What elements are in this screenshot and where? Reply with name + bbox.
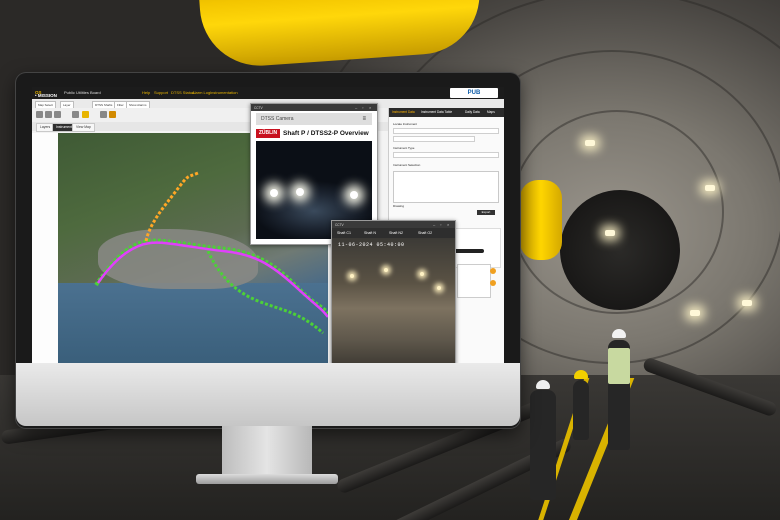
app-header: • MISSION OS Public Utilities Board Help … [32,87,504,99]
worker-helmet [536,380,550,389]
cctv-camera-title: Shaft P / DTSS2-P Overview [283,130,369,137]
tunnel-lamp [742,300,752,306]
print-icon[interactable] [100,111,107,118]
worker-figure [530,390,556,500]
route-branch-north [144,171,199,242]
instrument-type-label: Instrument Type [393,146,415,150]
layer-sidebar [32,133,59,363]
shaft-tab-bar: Shaft C1 Shaft N Shaft N2 Shaft O2 [332,228,455,238]
shaft-cctv-titlebar[interactable]: CCTV – ▫ × [332,221,455,228]
measure-icon[interactable] [72,111,79,118]
site-light [350,274,354,278]
instrument-panel-tabs: Instrument Data Instrument Data Table Da… [389,108,504,117]
cctv-window-titlebar[interactable]: CCTV – ▫ × [251,104,377,111]
worker-figure [573,380,589,440]
alert-tooltip [457,264,491,298]
nav-support[interactable]: Support [154,90,168,95]
yellow-ventilation-duct-far [520,180,562,260]
app-subtitle: Public Utilities Board [64,90,101,95]
shaft-cctv-window-title: CCTV [335,222,344,227]
monitor-foot [196,474,338,484]
minimize-icon[interactable]: – [355,105,359,110]
monitor-stand [222,426,312,476]
tab-view-map[interactable]: View Map [72,123,95,132]
route-green [94,238,328,315]
zublin-logo: ZÜBLIN [256,129,280,138]
tab-maps[interactable]: Maps [487,110,495,114]
tab-instrument-data[interactable]: Instrument Data [392,110,415,114]
warning-icon[interactable] [490,268,496,274]
tab-shaft-n2[interactable]: Shaft N2 [389,231,403,235]
close-icon[interactable]: × [369,105,373,110]
cctv-window-title: CCTV [254,105,263,110]
route-magenta [96,241,328,318]
shaft-cctv-window[interactable]: CCTV – ▫ × Shaft C1 Shaft N Shaft N2 Sha… [331,220,456,363]
tunnel-lamp [585,140,595,146]
tab-shaft-n[interactable]: Shaft N [364,231,376,235]
app-logo: • MISSION OS [35,90,57,98]
tunnel-far-end [560,190,680,310]
tab-instrument-data-table[interactable]: Instrument Data Table [421,110,452,114]
zoom-in-icon[interactable] [36,111,43,118]
instrument-type-select[interactable] [393,152,499,158]
shaft-video-feed[interactable]: 11-06-2024 05:40:00 [332,238,455,363]
video-timestamp: 11-06-2024 05:40:00 [338,242,405,248]
close-icon[interactable]: × [447,222,451,227]
instrument-selection-list[interactable] [393,171,499,203]
tunnel-lamp [690,310,700,316]
locate-instrument-input[interactable] [393,128,499,134]
hamburger-menu-icon[interactable]: ≡ [362,116,366,122]
floodlight [270,189,278,197]
tab-shaft-o2[interactable]: Shaft O2 [418,231,432,235]
nav-instrumentation[interactable]: Instrumentation [210,90,238,95]
locate-instrument-label: Locate Instrument [393,122,418,126]
worker-vest [608,348,630,384]
tab-shaft-c1[interactable]: Shaft C1 [337,231,351,235]
site-light [384,268,388,272]
zoom-out-icon[interactable] [45,111,52,118]
maximize-icon[interactable]: ▫ [440,222,444,227]
cctv-header: DTSS Camera ≡ [256,113,372,125]
maximize-icon[interactable]: ▫ [362,105,366,110]
cctv-header-label: DTSS Camera [261,116,294,122]
nav-alarm-log[interactable]: Alarm Log [192,90,210,95]
tunnel-lamp [605,230,615,236]
floodlight [350,191,358,199]
monitor-chin [16,363,520,426]
worker-helmet [612,329,626,338]
minimize-icon[interactable]: – [433,222,437,227]
export-button[interactable]: Export [477,210,495,215]
worker-helmet [574,370,588,379]
drawing-label: Drawing [393,204,405,208]
site-light [437,286,441,290]
floodlight [296,188,304,196]
pan-icon[interactable] [54,111,61,118]
layers-icon[interactable] [82,111,89,118]
app-screen: • MISSION OS Public Utilities Board Help … [32,87,504,363]
tunnel-lamp [705,185,715,191]
site-light [420,272,424,276]
alarm-icon[interactable] [109,111,116,118]
pub-logo: PUB [450,88,498,98]
nav-help[interactable]: Help [142,90,150,95]
tab-daily-data[interactable]: Daily Data [465,110,480,114]
instrument-selection-label: Instrument Selection [393,163,421,167]
nav-dtss-status[interactable]: DTSS Status [171,90,194,95]
warning-icon[interactable] [490,280,496,286]
locate-instrument-select[interactable] [393,136,475,142]
